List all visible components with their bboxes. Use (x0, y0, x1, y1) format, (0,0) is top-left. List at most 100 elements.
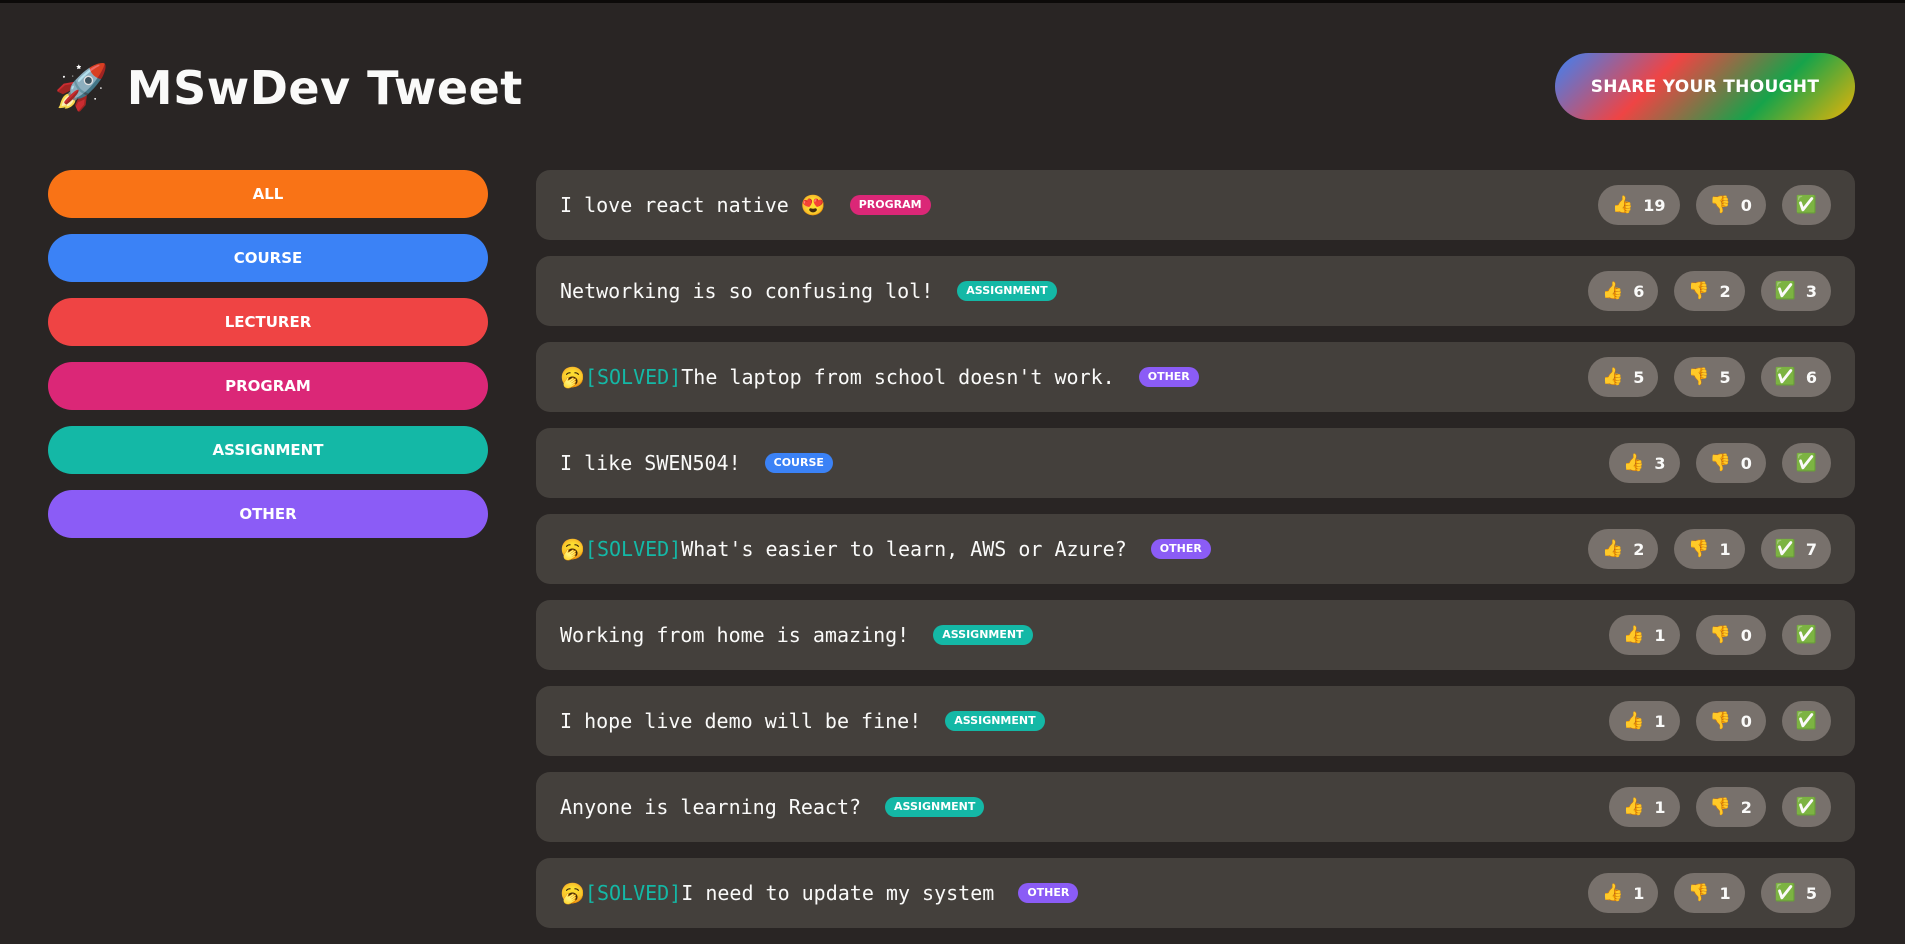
like-count: 5 (1633, 367, 1645, 387)
category-button-other[interactable]: other (48, 490, 488, 538)
category-tag: other (1018, 883, 1079, 903)
vote-buttons: 👍 1 👎 1 ✅ 5 (1588, 873, 1831, 913)
solved-button[interactable]: ✅ (1781, 701, 1831, 741)
dislike-count: 0 (1740, 625, 1752, 645)
thumbs-up-icon: 👍 (1623, 452, 1645, 473)
dislike-button[interactable]: 👎 0 (1695, 185, 1766, 225)
category-tag: assignment (945, 711, 1045, 731)
dislike-button[interactable]: 👎 5 (1674, 357, 1745, 397)
category-button-all[interactable]: all (48, 170, 488, 218)
like-button[interactable]: 👍 5 (1588, 357, 1659, 397)
category-tag: assignment (885, 797, 985, 817)
tweet-item: 🥱[SOLVED]The laptop from school doesn't … (536, 342, 1855, 412)
solved-button[interactable]: ✅ (1781, 185, 1831, 225)
tweet-text: 🥱[SOLVED]The laptop from school doesn't … (560, 365, 1115, 389)
category-button-assignment[interactable]: assignment (48, 426, 488, 474)
dislike-button[interactable]: 👎 2 (1674, 271, 1745, 311)
share-thought-button[interactable]: Share your thought (1555, 53, 1855, 120)
tweet-item: I love react native 😍 program 👍 19 👎 0 ✅ (536, 170, 1855, 240)
tweet-text: Networking is so confusing lol! (560, 279, 933, 303)
thumbs-up-icon: 👍 (1602, 366, 1624, 387)
thumbs-down-icon: 👎 (1688, 366, 1710, 387)
dislike-button[interactable]: 👎 0 (1695, 615, 1766, 655)
like-button[interactable]: 👍 3 (1609, 443, 1680, 483)
category-tag: assignment (933, 625, 1033, 645)
category-button-course[interactable]: course (48, 234, 488, 282)
dislike-button[interactable]: 👎 1 (1674, 873, 1745, 913)
vote-buttons: 👍 1 👎 2 ✅ (1609, 787, 1831, 827)
tweet-text: 🥱[SOLVED]I need to update my system (560, 881, 994, 905)
tweet-body: I love react native 😍 (560, 193, 826, 217)
tweet-body: I hope live demo will be fine! (560, 709, 922, 733)
thumbs-up-icon: 👍 (1623, 796, 1645, 817)
solved-count: 7 (1805, 539, 1817, 559)
solved-button[interactable]: ✅ (1781, 787, 1831, 827)
dislike-button[interactable]: 👎 2 (1695, 787, 1766, 827)
thumbs-up-icon: 👍 (1623, 710, 1645, 731)
like-button[interactable]: 👍 1 (1609, 787, 1680, 827)
thumbs-down-icon: 👎 (1709, 452, 1731, 473)
dislike-button[interactable]: 👎 0 (1695, 701, 1766, 741)
solved-button[interactable]: ✅ (1781, 615, 1831, 655)
like-button[interactable]: 👍 1 (1609, 701, 1680, 741)
tweet-body: I need to update my system (681, 881, 995, 905)
tweet-item: Anyone is learning React? assignment 👍 1 👎 2 ✅ (536, 772, 1855, 842)
dislike-count: 1 (1719, 539, 1731, 559)
dislike-count: 0 (1740, 195, 1752, 215)
like-button[interactable]: 👍 1 (1609, 615, 1680, 655)
tweet-text: I like SWEN504! (560, 451, 741, 475)
like-count: 1 (1654, 797, 1666, 817)
like-count: 1 (1654, 625, 1666, 645)
check-mark-icon: ✅ (1795, 624, 1817, 645)
thumbs-down-icon: 👎 (1709, 796, 1731, 817)
tweet-body: Networking is so confusing lol! (560, 279, 934, 303)
tweet-item: 🥱[SOLVED]What's easier to learn, AWS or … (536, 514, 1855, 584)
check-mark-icon: ✅ (1795, 796, 1817, 817)
tweet-text: 🥱[SOLVED]What's easier to learn, AWS or … (560, 537, 1127, 561)
tweet-text: I hope live demo will be fine! (560, 709, 921, 733)
vote-buttons: 👍 1 👎 0 ✅ (1609, 615, 1831, 655)
vote-buttons: 👍 5 👎 5 ✅ 6 (1588, 357, 1831, 397)
check-mark-icon: ✅ (1774, 538, 1796, 559)
thumbs-up-icon: 👍 (1612, 194, 1634, 215)
solved-button[interactable]: ✅ 3 (1760, 271, 1831, 311)
like-button[interactable]: 👍 2 (1588, 529, 1659, 569)
logo: 🚀 MSwDev Tweet (54, 61, 523, 115)
solved-button[interactable]: ✅ 6 (1760, 357, 1831, 397)
thumbs-down-icon: 👎 (1709, 710, 1731, 731)
dislike-button[interactable]: 👎 1 (1674, 529, 1745, 569)
vote-buttons: 👍 6 👎 2 ✅ 3 (1588, 271, 1831, 311)
solved-button[interactable]: ✅ (1781, 443, 1831, 483)
dislike-count: 1 (1719, 883, 1731, 903)
like-button[interactable]: 👍 6 (1588, 271, 1659, 311)
tweet-body: The laptop from school doesn't work. (681, 365, 1115, 389)
like-button[interactable]: 👍 1 (1588, 873, 1659, 913)
dislike-count: 0 (1740, 453, 1752, 473)
thumbs-up-icon: 👍 (1602, 280, 1624, 301)
thumbs-up-icon: 👍 (1602, 538, 1624, 559)
like-button[interactable]: 👍 19 (1598, 185, 1680, 225)
yawning-face-icon: 🥱 (560, 537, 585, 561)
category-tag: course (764, 453, 833, 473)
app-title: MSwDev Tweet (126, 61, 523, 115)
category-button-program[interactable]: program (48, 362, 488, 410)
tweet-body: Working from home is amazing! (560, 623, 910, 647)
vote-buttons: 👍 1 👎 0 ✅ (1609, 701, 1831, 741)
like-count: 6 (1633, 281, 1645, 301)
like-count: 1 (1654, 711, 1666, 731)
tweet-body: I like SWEN504! (560, 451, 741, 475)
solved-label: [SOLVED] (584, 365, 682, 389)
thumbs-up-icon: 👍 (1602, 882, 1624, 903)
dislike-count: 0 (1740, 711, 1752, 731)
like-count: 3 (1654, 453, 1666, 473)
solved-button[interactable]: ✅ 5 (1760, 873, 1831, 913)
category-button-lecturer[interactable]: lecturer (48, 298, 488, 346)
solved-button[interactable]: ✅ 7 (1760, 529, 1831, 569)
vote-buttons: 👍 19 👎 0 ✅ (1598, 185, 1831, 225)
share-thought-label: Share your thought (1590, 76, 1820, 97)
dislike-count: 5 (1719, 367, 1731, 387)
dislike-count: 2 (1740, 797, 1752, 817)
dislike-button[interactable]: 👎 0 (1695, 443, 1766, 483)
thumbs-up-icon: 👍 (1623, 624, 1645, 645)
like-count: 1 (1633, 883, 1645, 903)
